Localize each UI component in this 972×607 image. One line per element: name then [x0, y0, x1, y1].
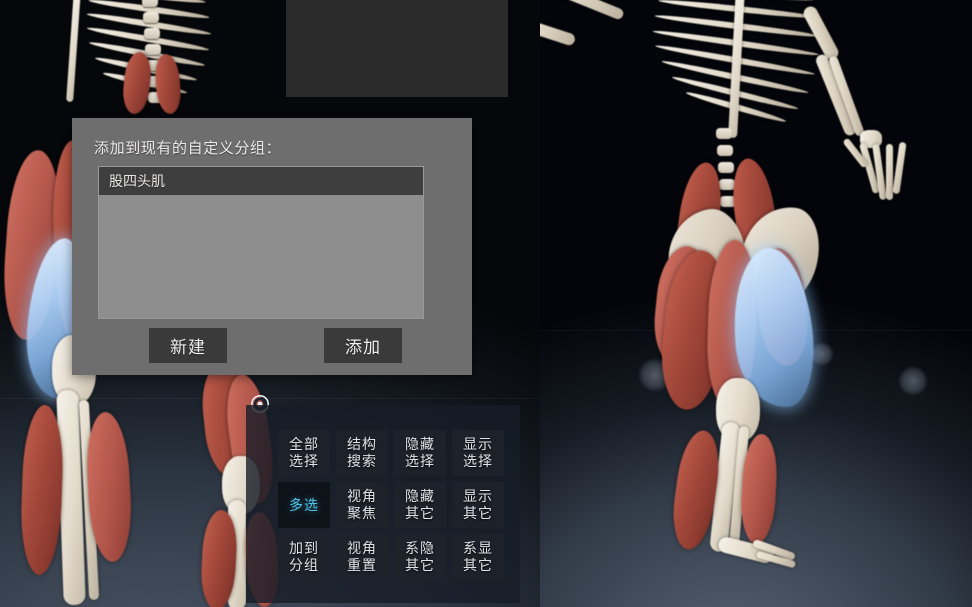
tool-label-line2: 其它 [463, 557, 493, 573]
tool-label-line1: 结构 [347, 436, 377, 452]
tool-button-system-hide-others[interactable]: 系隐 其它 [394, 534, 446, 580]
dialog-title: 添加到现有的自定义分组： [94, 140, 282, 157]
tool-label-line2: 选择 [463, 453, 493, 469]
tool-label-line2: 其它 [405, 557, 435, 573]
group-listbox[interactable]: 股四头肌 [98, 166, 424, 319]
dialog-button-row: 新建 添加 [72, 328, 472, 364]
tool-label-line2: 分组 [289, 557, 319, 573]
tool-panel: 全部 选择 结构 搜索 隐藏 选择 显示 选择 多选 视角 聚焦 隐藏 其它 显… [246, 405, 520, 603]
tool-button-structure-search[interactable]: 结构 搜索 [336, 430, 388, 476]
tool-label-line2: 搜索 [347, 453, 377, 469]
new-group-button[interactable]: 新建 [149, 328, 227, 363]
tool-label-line2: 选择 [289, 453, 319, 469]
tool-label-line1: 隐藏 [405, 488, 435, 504]
right-3d-viewport[interactable] [540, 0, 972, 607]
tool-label-line1: 隐藏 [405, 436, 435, 452]
tool-label-line1: 加到 [289, 540, 319, 556]
list-item[interactable]: 股四头肌 [99, 167, 423, 195]
tool-button-grid: 全部 选择 结构 搜索 隐藏 选择 显示 选择 多选 视角 聚焦 隐藏 其它 显… [278, 430, 504, 580]
tool-label-line1: 全部 [289, 436, 319, 452]
tool-label-line2: 选择 [405, 453, 435, 469]
add-to-group-dialog: 添加到现有的自定义分组： 股四头肌 新建 添加 [72, 118, 472, 375]
tool-button-multi-select[interactable]: 多选 [278, 482, 330, 528]
tool-label-line2: 其它 [405, 505, 435, 521]
background-panel-slab [286, 0, 508, 97]
tool-button-show-selected[interactable]: 显示 选择 [452, 430, 504, 476]
tool-label-line1: 视角 [347, 488, 377, 504]
floor-line [0, 398, 540, 399]
add-button[interactable]: 添加 [324, 328, 402, 363]
tool-label-line1: 系隐 [405, 540, 435, 556]
tool-button-view-focus[interactable]: 视角 聚焦 [336, 482, 388, 528]
tool-button-system-show-others[interactable]: 系显 其它 [452, 534, 504, 580]
right-scene-background [540, 0, 972, 607]
floor-line-right [540, 330, 972, 331]
tool-label-line1: 多选 [289, 496, 319, 513]
tool-button-select-all[interactable]: 全部 选择 [278, 430, 330, 476]
tool-label-line2: 其它 [463, 505, 493, 521]
tool-label-line1: 系显 [463, 540, 493, 556]
tool-button-view-reset[interactable]: 视角 重置 [336, 534, 388, 580]
tool-button-show-others[interactable]: 显示 其它 [452, 482, 504, 528]
app-screen: 添加到现有的自定义分组： 股四头肌 新建 添加 全部 选择 结构 搜索 隐藏 选… [0, 0, 972, 607]
tool-label-line2: 聚焦 [347, 505, 377, 521]
tool-label-line1: 显示 [463, 436, 493, 452]
tool-label-line2: 重置 [347, 557, 377, 573]
tool-button-hide-others[interactable]: 隐藏 其它 [394, 482, 446, 528]
tool-label-line1: 视角 [347, 540, 377, 556]
tool-button-hide-selected[interactable]: 隐藏 选择 [394, 430, 446, 476]
tool-button-add-to-group[interactable]: 加到 分组 [278, 534, 330, 580]
tool-label-line1: 显示 [463, 488, 493, 504]
